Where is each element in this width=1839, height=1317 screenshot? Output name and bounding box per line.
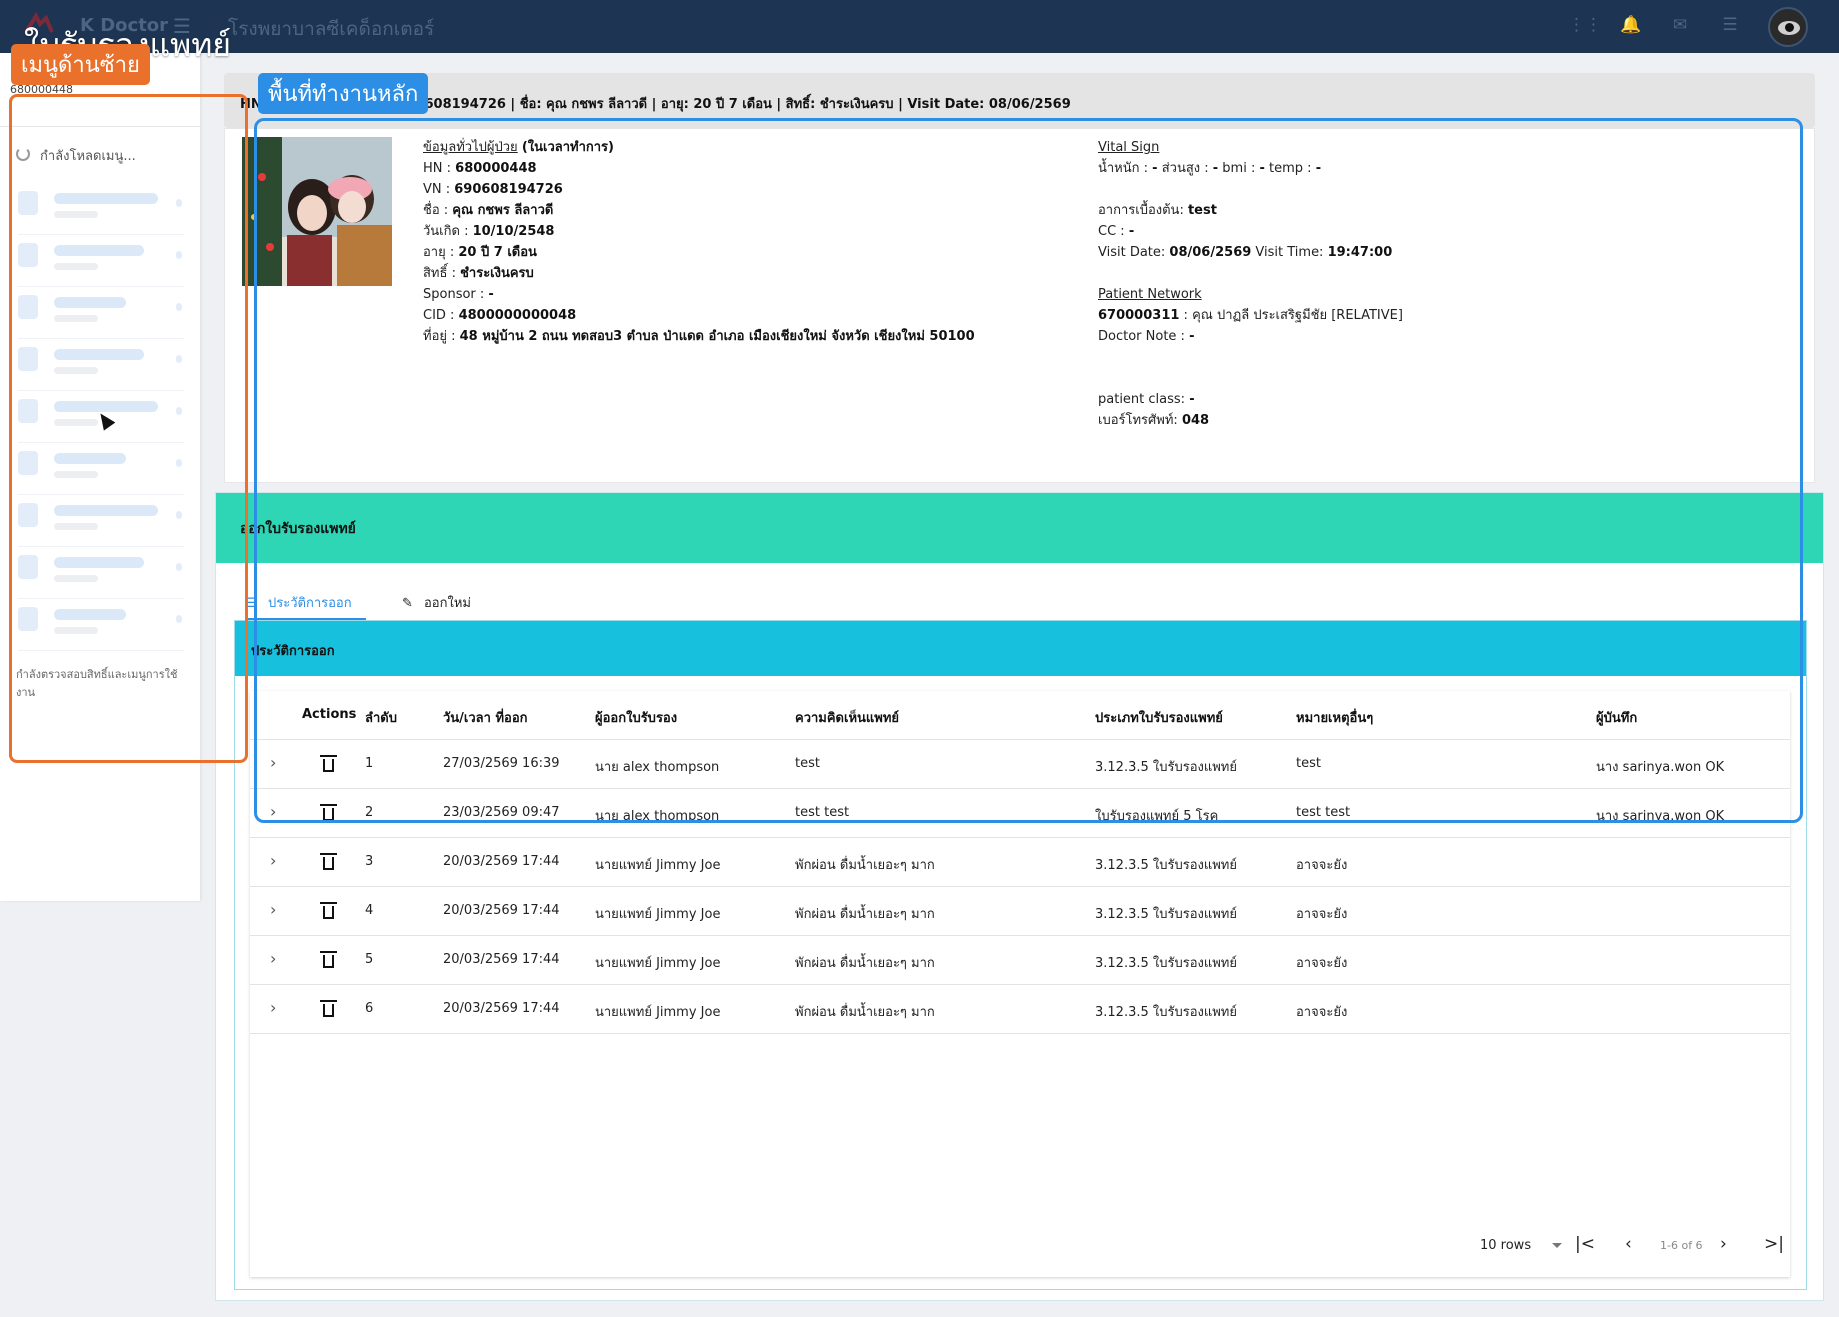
apps-grid-icon[interactable]: ⋮⋮ — [1568, 15, 1602, 35]
row-issuer: นายแพทย์ Jimmy Joe — [595, 956, 721, 971]
row-number: 3 — [365, 854, 374, 869]
row-type: 3.12.3.5 ใบรับรองแพทย์ — [1095, 1005, 1237, 1020]
row-opinion: พักผ่อน ดื่มน้ำเยอะๆ มาก — [795, 907, 935, 922]
hospital-name: โรงพยาบาลซีเคด็อกเตอร์ — [228, 18, 435, 40]
page-info: 1-6 of 6 — [1660, 1239, 1703, 1252]
prev-page-icon[interactable]: ‹ — [1625, 1234, 1632, 1254]
row-datetime: 20/03/2569 17:44 — [443, 952, 560, 967]
table-row[interactable]: › 3 20/03/2569 17:44 นายแพทย์ Jimmy Joe … — [250, 838, 1790, 887]
delete-trash-icon[interactable] — [320, 951, 337, 968]
chevron-down-icon[interactable] — [1552, 1243, 1562, 1248]
row-type: 3.12.3.5 ใบรับรองแพทย์ — [1095, 858, 1237, 873]
row-note: อาจจะยัง — [1296, 956, 1348, 971]
row-issuer: นายแพทย์ Jimmy Joe — [595, 858, 721, 873]
left-menu-highlight-box — [9, 94, 248, 763]
row-type: 3.12.3.5 ใบรับรองแพทย์ — [1095, 956, 1237, 971]
main-area-label-tag: พื้นที่ทำงานหลัก — [258, 73, 429, 114]
last-page-icon[interactable]: >| — [1764, 1234, 1784, 1254]
list-icon[interactable]: ☰ — [1720, 15, 1740, 35]
row-issuer: นายแพทย์ Jimmy Joe — [595, 907, 721, 922]
expand-chevron-icon[interactable]: › — [270, 998, 276, 1017]
table-row[interactable]: › 6 20/03/2569 17:44 นายแพทย์ Jimmy Joe … — [250, 985, 1790, 1034]
main-area-highlight-box — [254, 118, 1803, 823]
row-number: 4 — [365, 903, 374, 918]
row-type: 3.12.3.5 ใบรับรองแพทย์ — [1095, 907, 1237, 922]
row-note: อาจจะยัง — [1296, 1005, 1348, 1020]
table-row[interactable]: › 4 20/03/2569 17:44 นายแพทย์ Jimmy Joe … — [250, 887, 1790, 936]
delete-trash-icon[interactable] — [320, 1000, 337, 1017]
row-opinion: พักผ่อน ดื่มน้ำเยอะๆ มาก — [795, 1005, 935, 1020]
left-menu-label-tag: เมนูด้านซ้าย — [11, 44, 150, 85]
expand-chevron-icon[interactable]: › — [270, 900, 276, 919]
rows-per-page-select[interactable]: 10 rows — [1480, 1238, 1531, 1253]
next-page-icon[interactable]: › — [1720, 1234, 1727, 1254]
table-row[interactable]: › 5 20/03/2569 17:44 นายแพทย์ Jimmy Joe … — [250, 936, 1790, 985]
expand-chevron-icon[interactable]: › — [270, 851, 276, 870]
row-datetime: 20/03/2569 17:44 — [443, 1001, 560, 1016]
bell-icon[interactable]: 🔔 — [1620, 15, 1641, 35]
user-avatar[interactable] — [1768, 7, 1808, 47]
delete-trash-icon[interactable] — [320, 902, 337, 919]
expand-chevron-icon[interactable]: › — [270, 949, 276, 968]
row-opinion: พักผ่อน ดื่มน้ำเยอะๆ มาก — [795, 956, 935, 971]
mail-icon[interactable]: ✉ — [1670, 15, 1690, 35]
row-number: 6 — [365, 1001, 374, 1016]
row-note: อาจจะยัง — [1296, 858, 1348, 873]
row-datetime: 20/03/2569 17:44 — [443, 903, 560, 918]
first-page-icon[interactable]: |< — [1575, 1234, 1595, 1254]
row-issuer: นายแพทย์ Jimmy Joe — [595, 1005, 721, 1020]
row-number: 5 — [365, 952, 374, 967]
top-navigation-bar: K Doctor ☰ โรงพยาบาลซีเคด็อกเตอร์ ⋮⋮ 🔔 ✉… — [0, 0, 1839, 53]
row-note: อาจจะยัง — [1296, 907, 1348, 922]
row-opinion: พักผ่อน ดื่มน้ำเยอะๆ มาก — [795, 858, 935, 873]
row-datetime: 20/03/2569 17:44 — [443, 854, 560, 869]
delete-trash-icon[interactable] — [320, 853, 337, 870]
table-pagination: 10 rows |< ‹ 1-6 of 6 › >| — [1480, 1231, 1784, 1261]
